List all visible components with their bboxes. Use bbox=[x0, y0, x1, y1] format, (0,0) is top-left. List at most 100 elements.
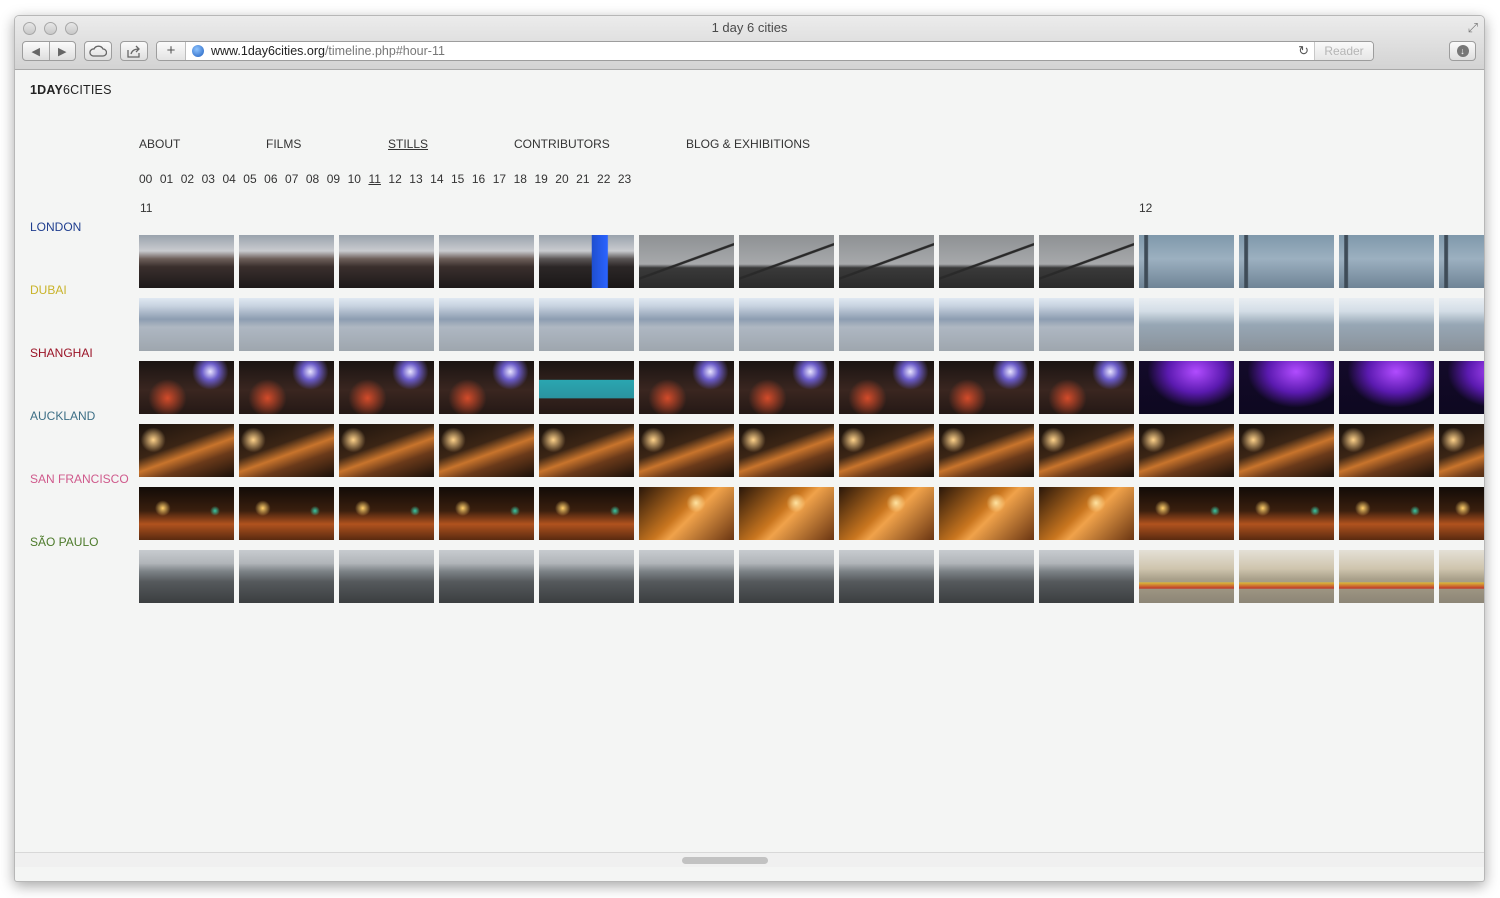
nav-about[interactable]: ABOUT bbox=[139, 137, 180, 151]
still-thumbnail[interactable] bbox=[1139, 487, 1234, 540]
back-button[interactable]: ◀ bbox=[23, 45, 49, 58]
still-thumbnail[interactable] bbox=[439, 424, 534, 477]
hour-link-12[interactable]: 12 bbox=[388, 172, 401, 186]
hour-link-21[interactable]: 21 bbox=[576, 172, 589, 186]
hour-link-20[interactable]: 20 bbox=[555, 172, 568, 186]
still-thumbnail[interactable] bbox=[239, 361, 334, 414]
still-thumbnail[interactable] bbox=[1039, 361, 1134, 414]
still-thumbnail[interactable] bbox=[1039, 487, 1134, 540]
still-thumbnail[interactable] bbox=[1139, 361, 1234, 414]
still-thumbnail[interactable] bbox=[639, 361, 734, 414]
still-thumbnail[interactable] bbox=[139, 487, 234, 540]
hour-link-05[interactable]: 05 bbox=[243, 172, 256, 186]
hour-link-06[interactable]: 06 bbox=[264, 172, 277, 186]
city-label[interactable]: SHANGHAI bbox=[30, 346, 93, 360]
still-thumbnail[interactable] bbox=[1239, 361, 1334, 414]
hour-link-13[interactable]: 13 bbox=[409, 172, 422, 186]
reader-button[interactable]: Reader bbox=[1314, 42, 1373, 60]
still-thumbnail[interactable] bbox=[1339, 361, 1434, 414]
still-thumbnail[interactable] bbox=[939, 361, 1034, 414]
still-thumbnail[interactable] bbox=[639, 550, 734, 603]
city-label[interactable]: SAN FRANCISCO bbox=[30, 472, 129, 486]
still-thumbnail[interactable] bbox=[1039, 298, 1134, 351]
hour-link-16[interactable]: 16 bbox=[472, 172, 485, 186]
still-thumbnail[interactable] bbox=[739, 235, 834, 288]
still-thumbnail[interactable] bbox=[1439, 235, 1484, 288]
still-thumbnail[interactable] bbox=[839, 235, 934, 288]
hour-link-17[interactable]: 17 bbox=[493, 172, 506, 186]
still-thumbnail[interactable] bbox=[239, 550, 334, 603]
hour-link-07[interactable]: 07 bbox=[285, 172, 298, 186]
nav-films[interactable]: FILMS bbox=[266, 137, 301, 151]
still-thumbnail[interactable] bbox=[239, 235, 334, 288]
still-thumbnail[interactable] bbox=[1039, 550, 1134, 603]
still-thumbnail[interactable] bbox=[539, 298, 634, 351]
still-thumbnail[interactable] bbox=[1339, 487, 1434, 540]
reload-button[interactable]: ↻ bbox=[1298, 43, 1309, 59]
still-thumbnail[interactable] bbox=[839, 487, 934, 540]
still-thumbnail[interactable] bbox=[1239, 550, 1334, 603]
still-thumbnail[interactable] bbox=[339, 235, 434, 288]
still-thumbnail[interactable] bbox=[739, 424, 834, 477]
hour-link-22[interactable]: 22 bbox=[597, 172, 610, 186]
forward-button[interactable]: ▶ bbox=[50, 45, 76, 58]
still-thumbnail[interactable] bbox=[539, 361, 634, 414]
hour-link-15[interactable]: 15 bbox=[451, 172, 464, 186]
hour-link-03[interactable]: 03 bbox=[202, 172, 215, 186]
site-logo[interactable]: 1DAY6CITIES bbox=[30, 83, 112, 97]
still-thumbnail[interactable] bbox=[539, 424, 634, 477]
still-thumbnail[interactable] bbox=[1239, 424, 1334, 477]
city-label[interactable]: AUCKLAND bbox=[30, 409, 95, 423]
city-label[interactable]: DUBAI bbox=[30, 283, 67, 297]
hour-link-11[interactable]: 11 bbox=[368, 172, 380, 186]
still-thumbnail[interactable] bbox=[1139, 235, 1234, 288]
hour-link-09[interactable]: 09 bbox=[327, 172, 340, 186]
still-thumbnail[interactable] bbox=[139, 424, 234, 477]
nav-contributors[interactable]: CONTRIBUTORS bbox=[514, 137, 610, 151]
still-thumbnail[interactable] bbox=[539, 235, 634, 288]
still-thumbnail[interactable] bbox=[1439, 424, 1484, 477]
address-bar[interactable]: + www.1day6cities.org/timeline.php#hour-… bbox=[156, 41, 1374, 61]
scrollbar-thumb[interactable] bbox=[682, 857, 768, 864]
still-thumbnail[interactable] bbox=[339, 487, 434, 540]
still-thumbnail[interactable] bbox=[439, 550, 534, 603]
still-thumbnail[interactable] bbox=[339, 361, 434, 414]
still-thumbnail[interactable] bbox=[639, 424, 734, 477]
still-thumbnail[interactable] bbox=[1039, 424, 1134, 477]
still-thumbnail[interactable] bbox=[339, 424, 434, 477]
nav-blog-exhibitions[interactable]: BLOG & EXHIBITIONS bbox=[686, 137, 810, 151]
still-thumbnail[interactable] bbox=[139, 550, 234, 603]
still-thumbnail[interactable] bbox=[1139, 424, 1234, 477]
still-thumbnail[interactable] bbox=[539, 487, 634, 540]
still-thumbnail[interactable] bbox=[1339, 424, 1434, 477]
hour-link-00[interactable]: 00 bbox=[139, 172, 152, 186]
still-thumbnail[interactable] bbox=[1339, 298, 1434, 351]
still-thumbnail[interactable] bbox=[939, 235, 1034, 288]
still-thumbnail[interactable] bbox=[139, 235, 234, 288]
still-thumbnail[interactable] bbox=[839, 424, 934, 477]
hour-link-08[interactable]: 08 bbox=[306, 172, 319, 186]
still-thumbnail[interactable] bbox=[1339, 235, 1434, 288]
still-thumbnail[interactable] bbox=[839, 361, 934, 414]
still-thumbnail[interactable] bbox=[339, 298, 434, 351]
still-thumbnail[interactable] bbox=[439, 298, 534, 351]
still-thumbnail[interactable] bbox=[639, 487, 734, 540]
still-thumbnail[interactable] bbox=[139, 298, 234, 351]
still-thumbnail[interactable] bbox=[839, 550, 934, 603]
icloud-tabs-button[interactable] bbox=[84, 41, 112, 61]
hour-link-02[interactable]: 02 bbox=[181, 172, 194, 186]
still-thumbnail[interactable] bbox=[939, 487, 1034, 540]
still-thumbnail[interactable] bbox=[939, 424, 1034, 477]
hour-link-23[interactable]: 23 bbox=[618, 172, 631, 186]
hour-link-04[interactable]: 04 bbox=[222, 172, 235, 186]
hour-link-10[interactable]: 10 bbox=[348, 172, 361, 186]
still-thumbnail[interactable] bbox=[939, 298, 1034, 351]
still-thumbnail[interactable] bbox=[839, 298, 934, 351]
hour-link-19[interactable]: 19 bbox=[534, 172, 547, 186]
downloads-button[interactable]: ↓ bbox=[1449, 41, 1476, 61]
still-thumbnail[interactable] bbox=[239, 487, 334, 540]
still-thumbnail[interactable] bbox=[739, 361, 834, 414]
hour-link-14[interactable]: 14 bbox=[430, 172, 443, 186]
still-thumbnail[interactable] bbox=[239, 298, 334, 351]
still-thumbnail[interactable] bbox=[1239, 235, 1334, 288]
